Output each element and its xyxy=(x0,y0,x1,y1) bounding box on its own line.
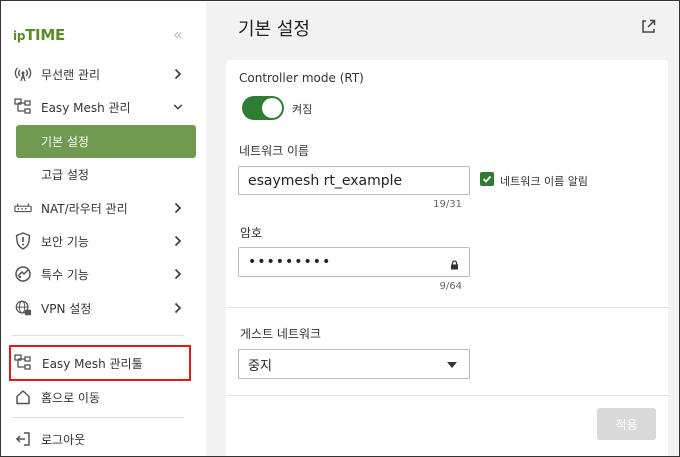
home-icon xyxy=(14,388,32,406)
controller-mode-state: 켜짐 xyxy=(292,103,313,116)
sidebar-item-label: Easy Mesh 관리 xyxy=(41,100,131,115)
mesh-icon xyxy=(14,98,32,116)
network-name-input[interactable]: esaymesh rt_example xyxy=(238,166,470,195)
annotation-highlight-box xyxy=(9,345,191,381)
page-title: 기본 설정 xyxy=(238,19,310,40)
sidebar-item-easymesh[interactable]: Easy Mesh 관리 xyxy=(2,92,205,122)
broadcast-name-label: 네트워크 이름 알림 xyxy=(500,175,588,188)
sidebar-subitem-basic-settings[interactable]: 기본 설정 xyxy=(16,125,196,158)
sidebar: ipTIME « 무선랜 관리 Easy Mesh 관리 기본 설정 고급 설정 xyxy=(2,2,205,456)
section-divider xyxy=(226,307,668,308)
chevron-right-icon xyxy=(173,234,183,248)
chevron-down-icon xyxy=(173,100,183,114)
lock-icon[interactable] xyxy=(450,258,459,270)
logo-prefix: ip xyxy=(13,29,26,43)
app-window: ipTIME « 무선랜 관리 Easy Mesh 관리 기본 설정 고급 설정 xyxy=(0,0,680,457)
sidebar-divider xyxy=(12,335,184,336)
password-label: 암호 xyxy=(240,226,263,240)
network-name-label: 네트워크 이름 xyxy=(239,144,310,158)
network-name-counter: 19/31 xyxy=(433,199,462,210)
sidebar-item-security[interactable]: 보안 기능 xyxy=(2,226,205,256)
guest-network-value: 중지 xyxy=(248,358,272,374)
sidebar-item-label: 무선랜 관리 xyxy=(41,67,101,82)
check-icon xyxy=(482,175,492,183)
section-divider xyxy=(226,395,668,396)
network-name-value: esaymesh rt_example xyxy=(248,172,403,189)
guest-network-select[interactable]: 중지 xyxy=(238,349,470,379)
chevron-right-icon xyxy=(173,301,183,315)
password-input[interactable]: ••••••••• xyxy=(238,247,470,277)
settings-card: Controller mode (RT) 켜짐 네트워크 이름 esaymesh… xyxy=(226,60,668,456)
sidebar-item-label: 특수 기능 xyxy=(41,267,89,282)
sidebar-item-label: VPN 설정 xyxy=(41,301,92,316)
sidebar-item-vpn[interactable]: VPN 설정 xyxy=(2,293,205,323)
sidebar-divider xyxy=(12,417,184,418)
sidebar-subitem-label: 고급 설정 xyxy=(41,168,89,182)
vpn-icon xyxy=(14,299,32,317)
sidebar-item-wireless[interactable]: 무선랜 관리 xyxy=(2,59,205,89)
wireless-icon xyxy=(14,65,32,83)
broadcast-name-checkbox[interactable] xyxy=(480,172,494,186)
chevron-right-icon xyxy=(173,267,183,281)
sidebar-item-label: NAT/라우터 관리 xyxy=(41,201,128,216)
password-value: ••••••••• xyxy=(248,254,332,270)
sidebar-item-label: 보안 기능 xyxy=(41,234,89,249)
apply-button[interactable]: 적용 xyxy=(597,408,656,440)
sidebar-item-label: 홈으로 이동 xyxy=(41,390,101,405)
sidebar-item-label: 로그아웃 xyxy=(41,432,86,447)
password-counter: 9/64 xyxy=(439,281,462,292)
export-icon[interactable] xyxy=(640,17,658,35)
controller-mode-label: Controller mode (RT) xyxy=(239,71,364,85)
sidebar-subitem-advanced-settings[interactable]: 고급 설정 xyxy=(16,158,196,191)
chevron-right-icon xyxy=(173,201,183,215)
sidebar-item-logout[interactable]: 로그아웃 xyxy=(2,424,205,454)
sidebar-item-home[interactable]: 홈으로 이동 xyxy=(2,382,205,412)
iptime-logo[interactable]: ipTIME xyxy=(13,26,65,44)
special-icon xyxy=(14,265,32,283)
toggle-knob xyxy=(262,98,282,118)
sidebar-item-nat-router[interactable]: NAT/라우터 관리 xyxy=(2,193,205,223)
controller-mode-toggle[interactable] xyxy=(242,96,284,120)
dropdown-arrow-icon xyxy=(447,362,457,368)
router-icon xyxy=(14,199,32,217)
sidebar-item-special[interactable]: 특수 기능 xyxy=(2,259,205,289)
main-content: 기본 설정 Controller mode (RT) 켜짐 네트워크 이름 es… xyxy=(206,2,679,456)
shield-icon xyxy=(14,232,32,250)
guest-network-label: 게스트 네트워크 xyxy=(240,327,322,341)
collapse-sidebar-icon[interactable]: « xyxy=(173,25,183,44)
logo-main: TIME xyxy=(25,26,65,44)
logout-icon xyxy=(14,430,32,448)
chevron-right-icon xyxy=(173,67,183,81)
sidebar-subitem-label: 기본 설정 xyxy=(41,135,89,149)
